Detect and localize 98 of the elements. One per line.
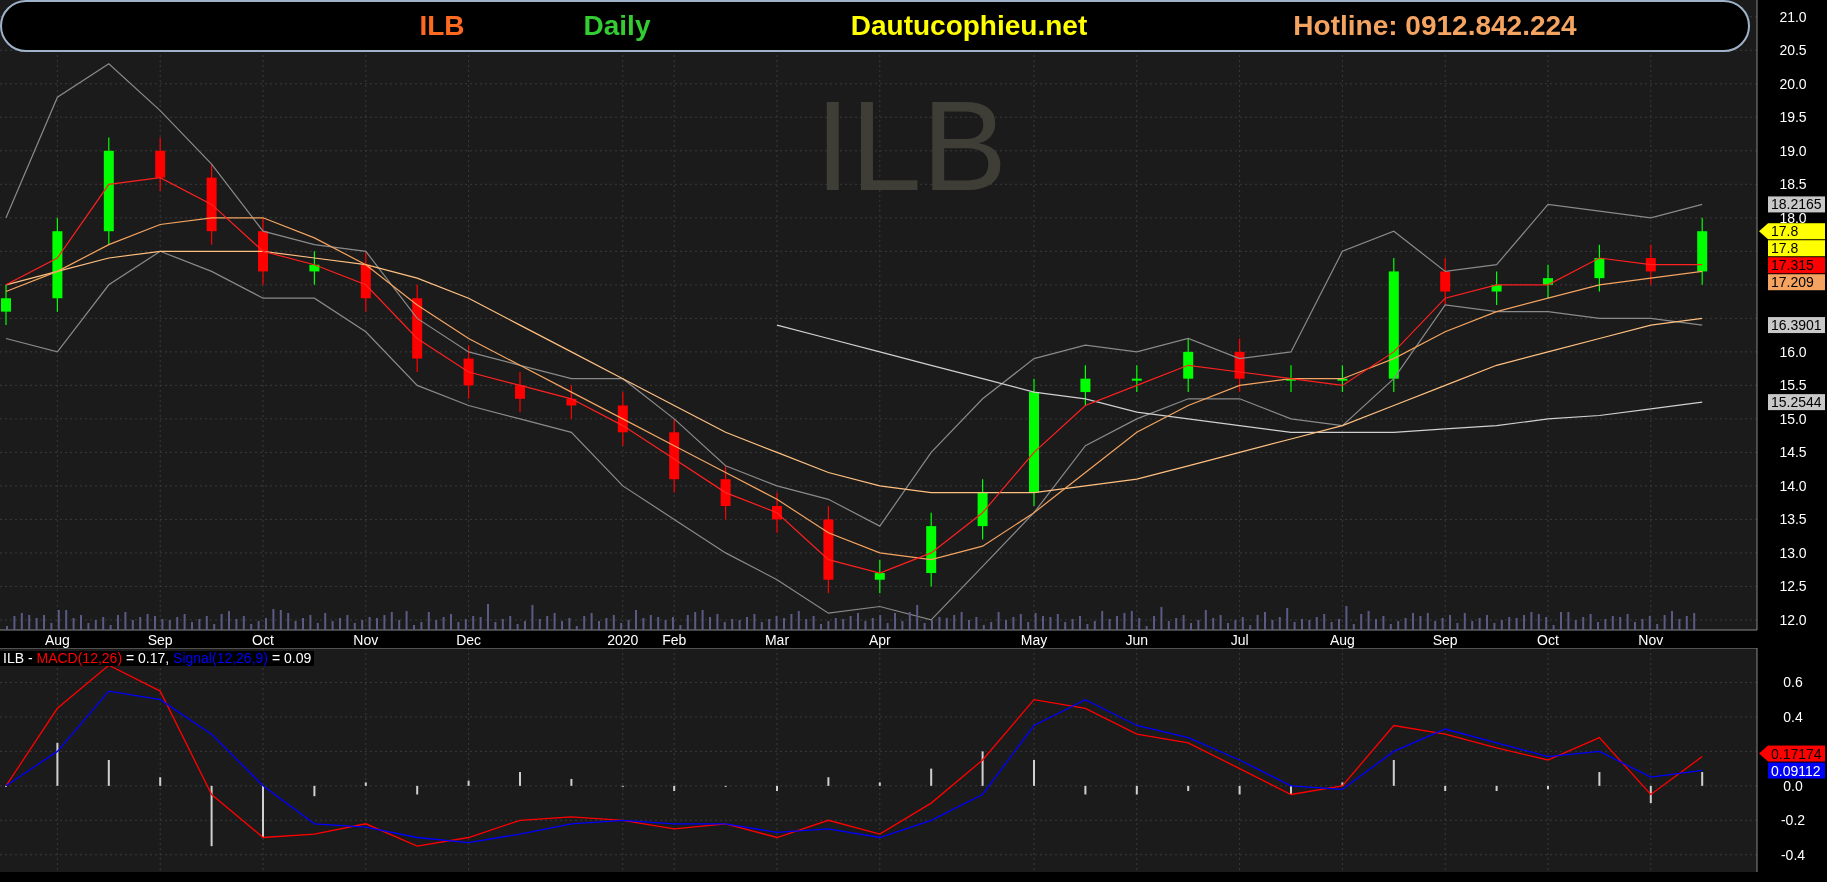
histogram-bar	[1084, 785, 1087, 795]
month-label: Dec	[456, 632, 482, 648]
histogram-bar	[1444, 785, 1447, 791]
price-tag: 18.2165	[1768, 196, 1825, 213]
candlestick	[1, 284, 11, 326]
month-label: Aug	[1329, 632, 1355, 648]
candlestick	[1697, 217, 1708, 286]
axis-label: -0.4	[1780, 846, 1806, 863]
indicator-legend: ILB - MACD(12,26) = 0.17, Signal(12,26,9) = 0.09	[0, 651, 315, 666]
histogram-bar	[1392, 760, 1395, 786]
histogram-bar	[467, 780, 470, 786]
candlestick	[1440, 257, 1451, 306]
month-label: Sep	[147, 632, 173, 648]
month-label: Sep	[1432, 632, 1458, 648]
axis-label: 18.5	[1779, 176, 1807, 193]
histogram-bar	[159, 777, 162, 786]
candlestick	[874, 559, 885, 594]
header-text: Hotline: 0912.842.224	[1293, 9, 1577, 43]
candlestick	[1080, 364, 1091, 407]
month-label: Feb	[662, 632, 687, 648]
axis-label: -0.2	[1780, 812, 1806, 829]
candlestick	[1286, 364, 1296, 393]
axis-label: 0.4	[1783, 708, 1803, 725]
month-label: Oct	[1537, 632, 1559, 648]
candlestick	[1131, 364, 1142, 393]
histogram-bar	[1341, 782, 1344, 786]
axis-label: 21.0	[1779, 8, 1807, 25]
month-label: Nov	[353, 632, 379, 648]
month-label: Mar	[764, 632, 790, 648]
histogram-bar	[1598, 772, 1601, 786]
histogram-bar	[313, 785, 316, 797]
histogram-bar	[1495, 785, 1498, 791]
axis-label: 16.0	[1779, 343, 1807, 360]
axis-label: 19.0	[1779, 142, 1807, 159]
histogram-bar	[930, 768, 933, 786]
histogram-bar	[827, 777, 830, 786]
axis-label: 0.6	[1783, 674, 1803, 691]
candlestick	[977, 478, 988, 541]
series-label: MACD(12,26)	[36, 650, 123, 666]
axis-label: 14.0	[1779, 477, 1807, 494]
histogram-bar	[1238, 785, 1241, 795]
histogram-bar	[56, 742, 59, 786]
histogram-bar	[570, 778, 573, 786]
price-tag: 17.8	[1768, 240, 1825, 257]
candlestick	[1337, 364, 1348, 393]
price-tag: 15.2544	[1768, 394, 1825, 411]
candlestick	[772, 492, 782, 534]
price-tag: 16.3901	[1768, 317, 1825, 334]
axis-label: 13.5	[1779, 511, 1807, 528]
histogram-bar	[878, 782, 881, 786]
candlestick	[463, 344, 474, 400]
histogram-bar	[416, 785, 419, 795]
histogram-bar	[1701, 772, 1704, 786]
month-label: Nov	[1638, 632, 1664, 648]
candlestick	[720, 465, 731, 520]
axis-label: 19.5	[1779, 109, 1807, 126]
histogram-bar	[107, 760, 110, 786]
axis-label: 14.5	[1779, 444, 1807, 461]
candlestick	[515, 371, 525, 413]
axis-label: 20.0	[1779, 75, 1807, 92]
axis-label: 13.0	[1779, 544, 1807, 561]
month-label: 2020	[607, 632, 639, 648]
axis-label: 20.5	[1779, 42, 1807, 59]
axis-label: 12.0	[1779, 611, 1807, 628]
candlestick	[1594, 244, 1605, 293]
month-label: Aug	[44, 632, 70, 648]
histogram-bar	[210, 785, 213, 847]
axis-label: 15.5	[1779, 377, 1807, 394]
histogram-bar	[1187, 785, 1190, 791]
price-tag: 17.315	[1768, 257, 1825, 274]
axis-label: 15.0	[1779, 410, 1807, 427]
candlestick	[1645, 244, 1656, 286]
candlestick	[1543, 264, 1553, 299]
axis-label: 0.0	[1783, 777, 1803, 794]
candlestick	[155, 136, 166, 192]
candlestick	[617, 391, 628, 447]
candlestick	[566, 384, 577, 420]
price-tag: 17.209	[1768, 274, 1825, 291]
histogram-bar	[1649, 785, 1652, 804]
candlestick	[309, 250, 320, 286]
header-text: Daily	[583, 9, 651, 43]
month-label: Apr	[868, 632, 891, 648]
candlestick	[1234, 337, 1245, 393]
histogram-bar	[673, 785, 676, 791]
candlestick	[1183, 337, 1194, 393]
candlestick	[1491, 270, 1502, 306]
candlestick	[258, 217, 268, 286]
month-label: Jun	[1125, 632, 1149, 648]
candlestick	[360, 250, 371, 313]
histogram-bar	[1135, 785, 1138, 795]
histogram-bar	[364, 782, 367, 786]
axis-label: 12.5	[1779, 578, 1807, 595]
histogram-bar	[981, 751, 984, 786]
month-label: Oct	[252, 632, 274, 648]
month-label: May	[1020, 632, 1048, 648]
month-label: Jul	[1230, 632, 1249, 648]
header-text: ILB	[419, 9, 465, 43]
header-text: Dautucophieu.net	[850, 9, 1088, 43]
